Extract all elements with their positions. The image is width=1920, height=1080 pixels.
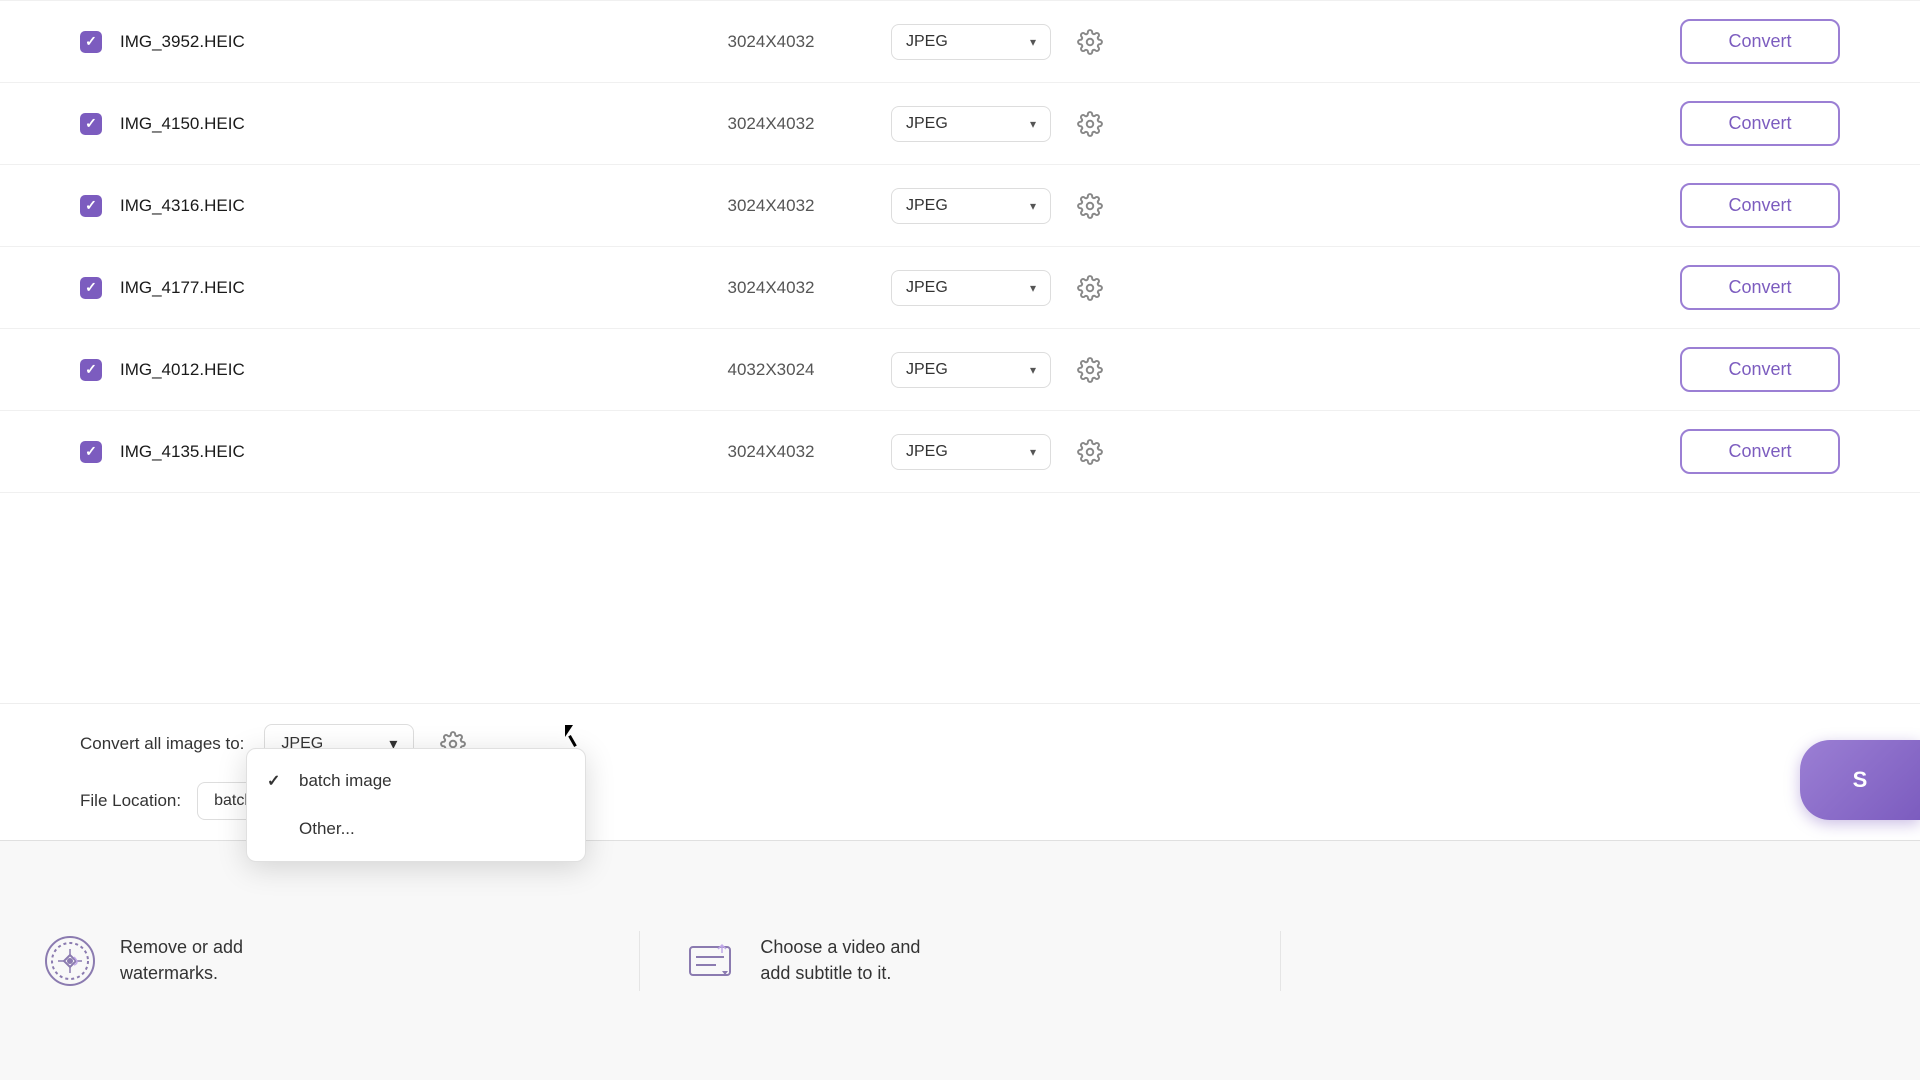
- format-dropdown-4[interactable]: JPEG ▾: [891, 270, 1051, 306]
- settings-icon-6[interactable]: [1071, 433, 1109, 471]
- checkbox-1[interactable]: [80, 31, 102, 53]
- checkbox-6[interactable]: [80, 441, 102, 463]
- format-value-6: JPEG: [906, 443, 948, 461]
- file-size-4: 3024X4032: [671, 278, 871, 298]
- dropdown-option-other[interactable]: Other...: [247, 805, 585, 853]
- chevron-down-icon: ▾: [1030, 445, 1036, 459]
- convert-button-4[interactable]: Convert: [1680, 265, 1840, 310]
- settings-icon-3[interactable]: [1071, 187, 1109, 225]
- chevron-down-icon: ▾: [1030, 363, 1036, 377]
- checkbox-5[interactable]: [80, 359, 102, 381]
- format-value-3: JPEG: [906, 197, 948, 215]
- dropdown-option-label-1: batch image: [299, 771, 392, 791]
- file-name-4: IMG_4177.HEIC: [120, 278, 671, 298]
- subtitle-icon: [680, 931, 740, 991]
- file-name-6: IMG_4135.HEIC: [120, 442, 671, 462]
- chevron-down-icon: ▾: [1030, 117, 1036, 131]
- start-convert-button[interactable]: S: [1800, 740, 1920, 820]
- file-size-3: 3024X4032: [671, 196, 871, 216]
- chevron-down-icon: ▾: [1030, 35, 1036, 49]
- table-row: IMG_3952.HEIC 3024X4032 JPEG ▾ Convert: [0, 0, 1920, 83]
- file-name-5: IMG_4012.HEIC: [120, 360, 671, 380]
- promo-item-watermark[interactable]: Remove or addwatermarks.: [0, 931, 640, 991]
- checkbox-3[interactable]: [80, 195, 102, 217]
- dropdown-option-label-2: Other...: [299, 819, 355, 839]
- promo-text-subtitle: Choose a video andadd subtitle to it.: [760, 935, 920, 985]
- chevron-down-icon: ▾: [1030, 199, 1036, 213]
- promo-text-watermark: Remove or addwatermarks.: [120, 935, 243, 985]
- dropdown-option-batch-image[interactable]: ✓ batch image: [247, 757, 585, 805]
- file-size-5: 4032X3024: [671, 360, 871, 380]
- format-dropdown-3[interactable]: JPEG ▾: [891, 188, 1051, 224]
- file-location-label: File Location:: [80, 791, 181, 811]
- start-button-label: S: [1853, 767, 1868, 793]
- settings-icon-1[interactable]: [1071, 23, 1109, 61]
- format-value-1: JPEG: [906, 33, 948, 51]
- format-value-2: JPEG: [906, 115, 948, 133]
- settings-icon-2[interactable]: [1071, 105, 1109, 143]
- watermark-icon: [40, 931, 100, 991]
- table-row: IMG_4135.HEIC 3024X4032 JPEG ▾ Convert: [0, 411, 1920, 493]
- table-row: IMG_4150.HEIC 3024X4032 JPEG ▾ Convert: [0, 83, 1920, 165]
- convert-button-6[interactable]: Convert: [1680, 429, 1840, 474]
- settings-icon-5[interactable]: [1071, 351, 1109, 389]
- format-dropdown-2[interactable]: JPEG ▾: [891, 106, 1051, 142]
- chevron-down-icon: ▾: [1030, 281, 1036, 295]
- location-dropdown-popup: ✓ batch image Other...: [246, 748, 586, 862]
- format-dropdown-1[interactable]: JPEG ▾: [891, 24, 1051, 60]
- convert-button-1[interactable]: Convert: [1680, 19, 1840, 64]
- convert-button-2[interactable]: Convert: [1680, 101, 1840, 146]
- file-size-2: 3024X4032: [671, 114, 871, 134]
- convert-button-5[interactable]: Convert: [1680, 347, 1840, 392]
- format-value-5: JPEG: [906, 361, 948, 379]
- convert-all-label: Convert all images to:: [80, 734, 244, 754]
- checkbox-2[interactable]: [80, 113, 102, 135]
- promo-item-subtitle[interactable]: Choose a video andadd subtitle to it.: [640, 931, 1280, 991]
- file-size-1: 3024X4032: [671, 32, 871, 52]
- settings-icon-4[interactable]: [1071, 269, 1109, 307]
- main-container: IMG_3952.HEIC 3024X4032 JPEG ▾ Convert I…: [0, 0, 1920, 1080]
- checkbox-4[interactable]: [80, 277, 102, 299]
- format-value-4: JPEG: [906, 279, 948, 297]
- file-name-2: IMG_4150.HEIC: [120, 114, 671, 134]
- format-dropdown-6[interactable]: JPEG ▾: [891, 434, 1051, 470]
- promo-bar: Remove or addwatermarks. Choose a video …: [0, 840, 1920, 1080]
- file-name-1: IMG_3952.HEIC: [120, 32, 671, 52]
- table-row: IMG_4177.HEIC 3024X4032 JPEG ▾ Convert: [0, 247, 1920, 329]
- file-list: IMG_3952.HEIC 3024X4032 JPEG ▾ Convert I…: [0, 0, 1920, 493]
- file-size-6: 3024X4032: [671, 442, 871, 462]
- format-dropdown-5[interactable]: JPEG ▾: [891, 352, 1051, 388]
- convert-button-3[interactable]: Convert: [1680, 183, 1840, 228]
- file-name-3: IMG_4316.HEIC: [120, 196, 671, 216]
- table-row: IMG_4012.HEIC 4032X3024 JPEG ▾ Convert: [0, 329, 1920, 411]
- check-icon: ✓: [267, 771, 287, 791]
- table-row: IMG_4316.HEIC 3024X4032 JPEG ▾ Convert: [0, 165, 1920, 247]
